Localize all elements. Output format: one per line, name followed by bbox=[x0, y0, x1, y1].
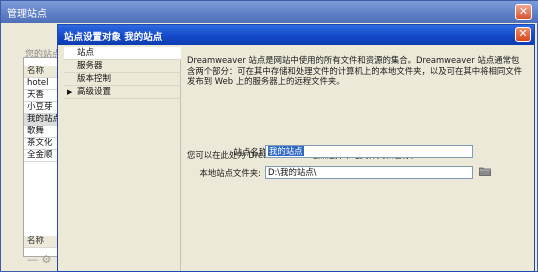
dialog-close-button[interactable]: ✕ bbox=[515, 27, 531, 42]
manage-sites-close-button[interactable]: ✕ bbox=[515, 4, 532, 20]
dialog-title: 站点设置对象 我的站点 bbox=[58, 25, 534, 45]
site-list-toolbar-icons[interactable]: — ⚙ bbox=[27, 253, 51, 266]
expand-arrow-icon[interactable]: ▶ bbox=[67, 86, 72, 98]
nav-item-label: 站点 bbox=[77, 48, 95, 58]
dialog-content: Dreamweaver 站点是网站中使用的所有文件和资源的集合。Dreamwea… bbox=[187, 55, 527, 87]
local-folder-input[interactable]: D:\我的站点\ bbox=[265, 166, 473, 179]
site-name-label: 站点名称: bbox=[233, 147, 270, 157]
local-folder-label: 本地站点文件夹: bbox=[199, 168, 261, 178]
site-description: Dreamweaver 站点是网站中使用的所有文件和资源的集合。Dreamwea… bbox=[187, 55, 522, 86]
site-name-input[interactable]: 我的站点 bbox=[265, 145, 473, 158]
nav-item-label: 版本控制 bbox=[77, 74, 112, 84]
nav-item-label: 服务器 bbox=[77, 61, 103, 71]
nav-item-advanced-settings[interactable]: ▶ 高级设置 bbox=[64, 86, 181, 99]
nav-item-servers[interactable]: 服务器 bbox=[64, 60, 181, 73]
manage-sites-title: 管理站点 bbox=[1, 1, 538, 23]
nav-item-version-control[interactable]: 版本控制 bbox=[64, 73, 181, 86]
browse-folder-icon[interactable] bbox=[479, 166, 491, 176]
site-setup-dialog: 站点设置对象 我的站点 ✕ 站点 服务器 版本控制 ▶ 高级设置 Dreamwe… bbox=[57, 24, 535, 272]
dialog-category-nav: 站点 服务器 版本控制 ▶ 高级设置 bbox=[64, 47, 181, 271]
nav-item-label: 高级设置 bbox=[77, 87, 112, 97]
nav-item-site[interactable]: 站点 bbox=[64, 47, 181, 60]
site-name-value: 我的站点 bbox=[268, 146, 304, 156]
